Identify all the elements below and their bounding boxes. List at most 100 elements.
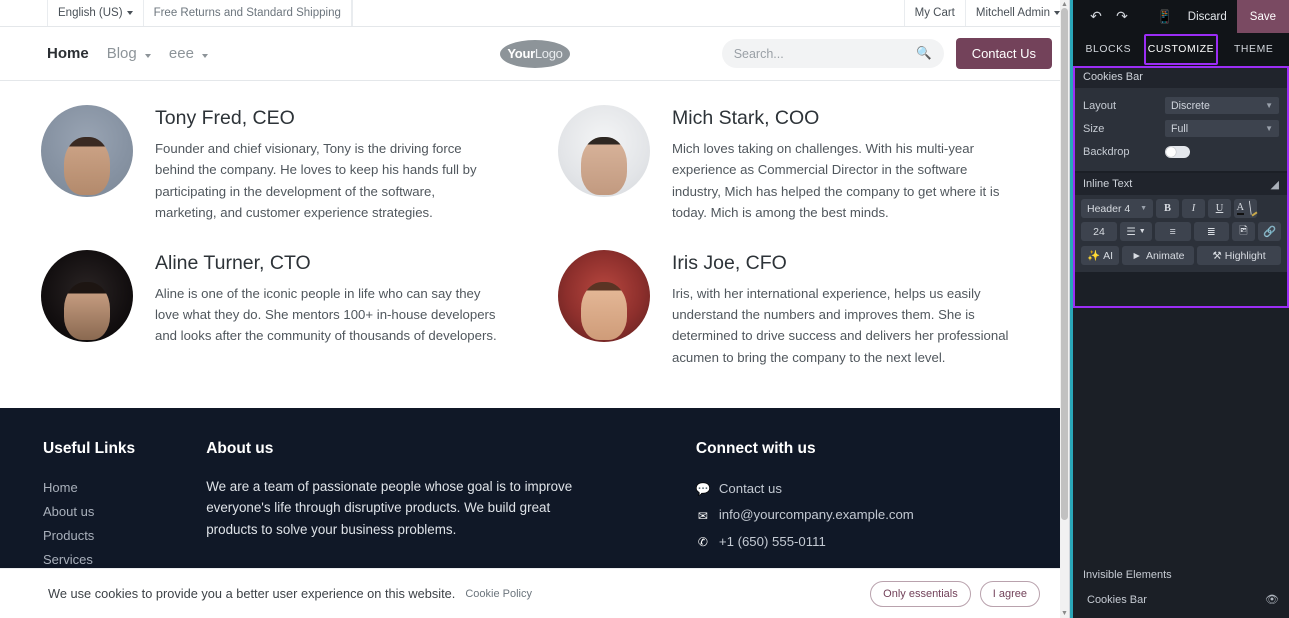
backdrop-toggle[interactable] <box>1165 145 1190 158</box>
team-member-description: Iris, with her international experience,… <box>672 285 1009 365</box>
layout-label: Layout <box>1083 99 1117 112</box>
footer-link-products[interactable]: Products <box>43 524 206 548</box>
image-button[interactable]: 🖻 <box>1232 222 1255 241</box>
ai-button[interactable]: ✨ AI <box>1081 246 1119 265</box>
team-member-body: Tony Fred, CEO Founder and chief visiona… <box>155 105 500 224</box>
avatar-face <box>581 281 627 340</box>
cookies-bar: We use cookies to provide you a better u… <box>0 568 1062 618</box>
invisible-element-cookies-bar[interactable]: Cookies Bar 👁 <box>1073 587 1289 618</box>
footer-email[interactable]: ✉ info@yourcompany.example.com <box>696 502 1052 528</box>
invisible-elements-title: Invisible Elements <box>1083 569 1172 581</box>
italic-button[interactable]: I <box>1182 199 1205 218</box>
text-format-row-2: 24 ☰ ▼ ≡ ≣ 🖻 🔗 <box>1073 218 1289 241</box>
text-style-select[interactable]: Header 4 ▼ <box>1081 199 1153 218</box>
preview-scrollbar-thumb[interactable] <box>1061 8 1068 520</box>
backdrop-label: Backdrop <box>1083 145 1130 158</box>
highlighter-icon: ⚒ <box>1212 249 1222 262</box>
footer-link-home[interactable]: Home <box>43 476 206 500</box>
underline-button[interactable]: U <box>1208 199 1231 218</box>
scroll-up-arrow-icon[interactable]: ▲ <box>1061 1 1068 8</box>
nav-item-eee[interactable]: eee <box>169 45 209 62</box>
topbar-spacer <box>351 0 904 26</box>
search-box[interactable]: Search... 🔍 <box>721 39 944 68</box>
inline-text-section-header: Inline Text ◢ <box>1073 173 1289 195</box>
footer-contact-us[interactable]: 💬 Contact us <box>696 476 1052 502</box>
font-color-button[interactable]: A ╱ <box>1234 199 1258 218</box>
bold-button[interactable]: B <box>1156 199 1179 218</box>
user-menu[interactable]: Mitchell Admin <box>964 0 1069 26</box>
link-icon: 🔗 <box>1262 226 1277 238</box>
image-icon: 🖻 <box>1239 224 1248 237</box>
website-editor-panel: ↶ ↷ 📱 Discard Save BLOCKS CUSTOMIZE THEM… <box>1070 0 1289 618</box>
team-member-description: Aline is one of the iconic people in lif… <box>155 285 497 344</box>
envelope-icon: ✉ <box>697 508 708 523</box>
bullet-list-icon: ≡ <box>1169 225 1176 238</box>
ai-label: AI <box>1103 249 1113 262</box>
size-select[interactable]: Full ▼ <box>1165 120 1279 137</box>
phone-icon: ✆ <box>697 535 708 550</box>
search-input[interactable]: Search... <box>734 47 916 61</box>
topbar-left-spacer <box>0 0 47 26</box>
only-essentials-button[interactable]: Only essentials <box>870 580 971 607</box>
redo-icon[interactable]: ↷ <box>1109 8 1135 25</box>
invisible-element-label: Cookies Bar <box>1087 593 1147 606</box>
avatar-face <box>581 137 627 195</box>
numbered-list-button[interactable]: ≣ <box>1193 222 1229 241</box>
i-agree-button[interactable]: I agree <box>979 580 1040 607</box>
link-button[interactable]: 🔗 <box>1258 222 1281 241</box>
language-label: English (US) <box>58 7 123 19</box>
editor-body: Cookies Bar Layout Discrete ▼ Size Full … <box>1070 66 1289 618</box>
avatar-face <box>64 137 110 195</box>
cookies-message: We use cookies to provide you a better u… <box>48 586 456 601</box>
preview-scrollbar[interactable]: ▲ ▼ <box>1060 0 1069 618</box>
font-size-input[interactable]: 24 <box>1081 222 1117 241</box>
my-cart-link[interactable]: My Cart <box>903 0 965 26</box>
contact-us-button[interactable]: Contact Us <box>955 38 1052 69</box>
nav-item-blog[interactable]: Blog <box>107 45 151 62</box>
chevron-down-icon <box>126 11 133 15</box>
chevron-down-icon: ▼ <box>1140 205 1147 212</box>
mobile-preview-icon[interactable]: 📱 <box>1152 9 1178 25</box>
scroll-down-arrow-icon[interactable]: ▼ <box>1061 610 1068 617</box>
site-logo[interactable]: Your Logo <box>500 39 570 69</box>
animate-button[interactable]: ► Animate <box>1122 246 1194 265</box>
eraser-icon[interactable]: ◢ <box>1271 178 1279 191</box>
team-member-description: Mich loves taking on challenges. With hi… <box>672 141 1000 221</box>
eye-icon[interactable]: 👁 <box>1265 593 1279 606</box>
avatar <box>41 249 133 342</box>
tab-customize[interactable]: CUSTOMIZE <box>1143 34 1219 65</box>
tab-blocks[interactable]: BLOCKS <box>1073 33 1144 66</box>
bullet-list-button[interactable]: ≡ <box>1155 222 1191 241</box>
footer-link-about-us[interactable]: About us <box>43 500 206 524</box>
tab-theme[interactable]: THEME <box>1218 33 1289 66</box>
play-icon: ► <box>1131 249 1142 262</box>
highlight-button[interactable]: ⚒ Highlight <box>1197 246 1281 265</box>
font-color-letter: A <box>1236 202 1245 215</box>
footer-contact-label: Contact us <box>718 481 782 496</box>
discard-button[interactable]: Discard <box>1178 11 1237 23</box>
language-selector[interactable]: English (US) <box>47 0 144 26</box>
brush-icon[interactable]: ╱ <box>1244 200 1258 217</box>
search-icon[interactable]: 🔍 <box>916 46 932 61</box>
footer-about-text: We are a team of passionate people whose… <box>206 479 573 537</box>
layout-select[interactable]: Discrete ▼ <box>1165 97 1279 114</box>
text-format-row-3: ✨ AI ► Animate ⚒ Highlight <box>1073 241 1289 272</box>
navbar-right-group: Search... 🔍 Contact Us <box>721 38 1052 69</box>
footer-phone[interactable]: ✆ +1 (650) 555-0111 <box>696 529 1052 555</box>
team-member-name: Aline Turner, CTO <box>155 251 311 274</box>
editor-tabs: BLOCKS CUSTOMIZE THEME <box>1070 33 1289 66</box>
undo-icon[interactable]: ↶ <box>1083 8 1109 25</box>
chevron-down-icon: ▼ <box>1138 228 1146 235</box>
chat-icon: 💬 <box>695 482 711 497</box>
avatar <box>558 105 650 197</box>
team-member-card: Tony Fred, CEO Founder and chief visiona… <box>18 105 535 224</box>
logo-light-text: Logo <box>534 46 563 61</box>
align-button[interactable]: ☰ ▼ <box>1120 222 1152 241</box>
cookie-policy-link[interactable]: Cookie Policy <box>465 588 532 600</box>
layout-select-value: Discrete <box>1171 99 1210 112</box>
topbar-right-group: My Cart Mitchell Admin <box>903 0 1069 26</box>
nav-item-home[interactable]: Home <box>47 45 89 62</box>
team-member-card: Iris Joe, CFO Iris, with her internation… <box>535 249 1052 369</box>
save-button[interactable]: Save <box>1236 0 1289 33</box>
size-select-value: Full <box>1171 122 1189 135</box>
